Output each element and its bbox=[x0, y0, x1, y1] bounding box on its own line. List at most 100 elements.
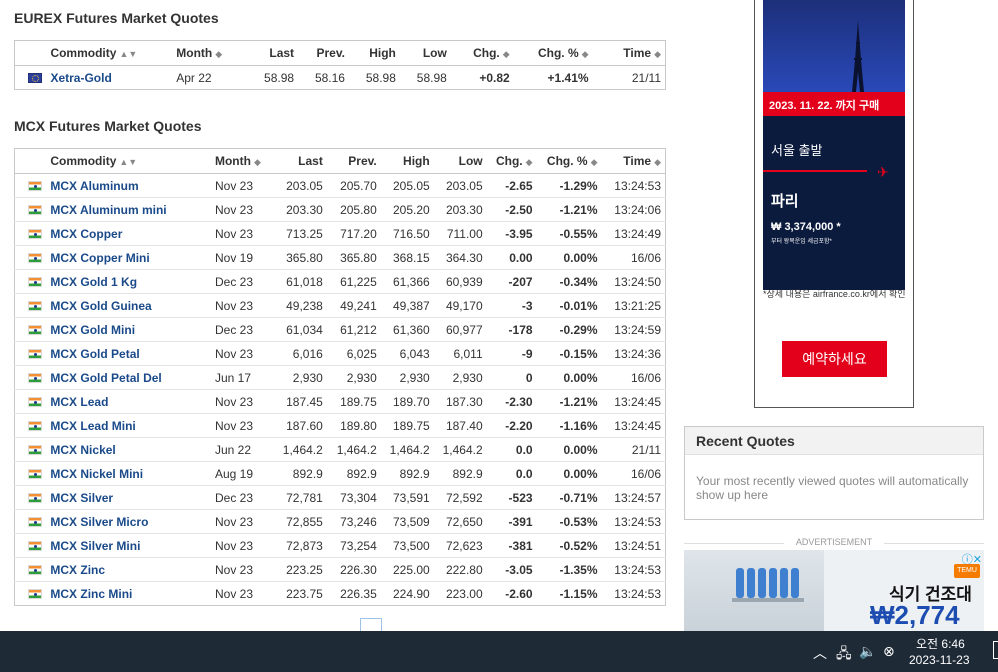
high-cell: 368.15 bbox=[380, 245, 434, 270]
month-cell: Dec 23 bbox=[210, 317, 267, 342]
last-cell: 61,034 bbox=[266, 317, 327, 342]
header-label: Month bbox=[214, 154, 251, 168]
commodity-cell: MCX Copper Mini bbox=[46, 245, 211, 270]
network-icon[interactable]: 🖧 bbox=[836, 643, 852, 667]
month-cell: Nov 23 bbox=[214, 586, 254, 601]
chg-cell: 0 bbox=[486, 365, 537, 390]
month-cell: Dec 23 bbox=[210, 485, 267, 510]
commodity-link[interactable]: MCX Nickel bbox=[50, 443, 115, 457]
commodity-link[interactable]: MCX Lead Mini bbox=[50, 419, 135, 433]
last-cell: 187.60 bbox=[266, 413, 327, 438]
table-header-row: Commodity ▲▼ Month ◆ Last Prev. High Low C… bbox=[14, 148, 666, 174]
time-cell: 13:24:45 bbox=[601, 389, 666, 414]
mute-close-icon[interactable]: ⊗ bbox=[883, 643, 895, 660]
clock-date[interactable]: 2023-11-23 bbox=[909, 653, 970, 667]
commodity-cell: MCX Nickel bbox=[46, 437, 211, 462]
commodity-cell: MCX Aluminum mini bbox=[46, 197, 211, 222]
chg-column-header[interactable]: Chg. ◆ bbox=[486, 148, 537, 174]
last-cell: 6,016 bbox=[266, 341, 327, 366]
chg-pct-cell: -1.16% bbox=[536, 413, 602, 438]
sort-icon[interactable]: ▲▼ bbox=[119, 49, 137, 59]
commodity-link[interactable]: MCX Aluminum bbox=[50, 179, 138, 193]
commodity-link[interactable]: Xetra-Gold bbox=[50, 71, 111, 85]
volume-icon[interactable]: 🔈 bbox=[859, 643, 876, 660]
last-cell: 892.9 bbox=[266, 461, 327, 486]
sort-icon[interactable]: ◆ bbox=[526, 157, 533, 167]
sort-icon[interactable]: ▲▼ bbox=[119, 157, 137, 167]
month-cell: Nov 23 bbox=[210, 413, 267, 438]
india-flag-icon bbox=[28, 517, 43, 528]
commodity-link[interactable]: MCX Zinc Mini bbox=[50, 587, 132, 601]
chg-pct-cell: -0.71% bbox=[536, 485, 602, 510]
chg-pct-cell: -1.21% bbox=[536, 197, 602, 222]
commodity-link[interactable]: MCX Gold Guinea bbox=[50, 299, 151, 313]
last-cell: 187.45 bbox=[266, 389, 327, 414]
commodity-link[interactable]: MCX Gold Petal bbox=[50, 347, 139, 361]
commodity-cell: MCX Silver Mini bbox=[46, 533, 211, 558]
month-column-header[interactable]: Month ◆ bbox=[172, 40, 247, 66]
commodity-link[interactable]: MCX Lead bbox=[50, 395, 108, 409]
sort-icon[interactable]: ◆ bbox=[582, 49, 589, 59]
sort-icon[interactable]: ◆ bbox=[654, 49, 661, 59]
commodity-column-header[interactable]: Commodity ▲▼ bbox=[46, 148, 211, 174]
flag-cell bbox=[14, 557, 47, 582]
dish-rack-ad-banner[interactable]: ⓘ✕ TEMU 식기 건조대 ₩2,774 bbox=[684, 550, 984, 632]
chg-pct-column-header[interactable]: Chg. % ◆ bbox=[536, 148, 602, 174]
commodity-link[interactable]: MCX Zinc bbox=[50, 563, 105, 577]
month-cell: Jun 17 bbox=[210, 365, 267, 390]
flag-cell bbox=[14, 293, 47, 318]
flag-cell bbox=[14, 533, 47, 558]
commodity-column-header[interactable]: Commodity ▲▼ bbox=[46, 40, 173, 66]
chg-cell: -2.60 bbox=[505, 586, 533, 601]
month-cell: Dec 23 bbox=[210, 269, 267, 294]
sort-icon[interactable]: ◆ bbox=[254, 157, 261, 167]
month-cell: Jun 22 bbox=[210, 437, 267, 462]
clock-time[interactable]: 오전 6:46 bbox=[916, 635, 965, 652]
pagination-box[interactable] bbox=[360, 618, 382, 632]
chevron-up-icon[interactable]: ︿ bbox=[813, 643, 827, 663]
chg-cell: -3 bbox=[486, 293, 537, 318]
chg-pct-column-header[interactable]: Chg. % ◆ bbox=[513, 40, 593, 66]
table-row: MCX Silver Dec 23 72,781 73,304 73,591 72,592… bbox=[14, 485, 666, 510]
commodity-link[interactable]: MCX Nickel Mini bbox=[50, 467, 143, 481]
commodity-link[interactable]: MCX Gold 1 Kg bbox=[50, 275, 137, 289]
prev-cell: 6,025 bbox=[326, 341, 381, 366]
mcx-section-title: MCX Futures Market Quotes bbox=[14, 118, 202, 134]
time-column-header[interactable]: Time ◆ bbox=[592, 40, 666, 66]
last-cell: 61,018 bbox=[266, 269, 327, 294]
time-column-header[interactable]: Time ◆ bbox=[601, 148, 666, 174]
sort-icon[interactable]: ◆ bbox=[591, 157, 598, 167]
ad-price: ₩2,774 bbox=[870, 600, 960, 630]
last-cell: 72,781 bbox=[266, 485, 327, 510]
flag-column-header bbox=[14, 40, 47, 66]
month-column-header[interactable]: Month ◆ bbox=[210, 148, 267, 174]
recent-quotes-title: Recent Quotes bbox=[685, 427, 983, 455]
commodity-link[interactable]: MCX Copper Mini bbox=[50, 251, 149, 265]
ad-poster[interactable]: 2023. 11. 22. 까지 구매 서울 출발 ✈ 파리 ₩ 3,374,0… bbox=[763, 0, 905, 290]
sort-icon[interactable]: ◆ bbox=[215, 49, 222, 59]
chg-pct-cell: 0.00% bbox=[536, 365, 602, 390]
ad-fine-print: *상세 내용은 airfrance.co.kr에서 확인 bbox=[763, 289, 906, 299]
chg-column-header[interactable]: Chg. ◆ bbox=[450, 40, 514, 66]
low-cell: 58.98 bbox=[416, 70, 447, 85]
flag-cell bbox=[14, 221, 47, 246]
commodity-link[interactable]: MCX Gold Mini bbox=[50, 323, 135, 337]
table-row: MCX Gold 1 Kg Dec 23 61,018 61,225 61,366 60,… bbox=[14, 269, 666, 294]
high-cell: 224.90 bbox=[393, 586, 430, 601]
commodity-link[interactable]: MCX Silver Mini bbox=[50, 539, 140, 553]
commodity-link[interactable]: MCX Aluminum mini bbox=[50, 203, 166, 217]
table-row: MCX Zinc Nov 23 223.25 226.30 225.00 222.80 -3… bbox=[14, 557, 666, 582]
high-column-header: High bbox=[380, 148, 434, 174]
commodity-link[interactable]: MCX Silver bbox=[50, 491, 113, 505]
chg-cell: -2.30 bbox=[486, 389, 537, 414]
book-now-button[interactable]: 예약하세요 bbox=[782, 341, 887, 377]
commodity-link[interactable]: MCX Copper bbox=[50, 227, 122, 241]
sort-icon[interactable]: ◆ bbox=[503, 49, 510, 59]
low-cell: 222.80 bbox=[433, 557, 487, 582]
notification-icon[interactable] bbox=[993, 641, 998, 659]
airline-ad-banner[interactable]: 2023. 11. 22. 까지 구매 서울 출발 ✈ 파리 ₩ 3,374,0… bbox=[754, 0, 914, 408]
commodity-link[interactable]: MCX Silver Micro bbox=[50, 515, 148, 529]
sort-icon[interactable]: ◆ bbox=[654, 157, 661, 167]
commodity-link[interactable]: MCX Gold Petal Del bbox=[50, 371, 161, 385]
high-cell: 73,591 bbox=[380, 485, 434, 510]
